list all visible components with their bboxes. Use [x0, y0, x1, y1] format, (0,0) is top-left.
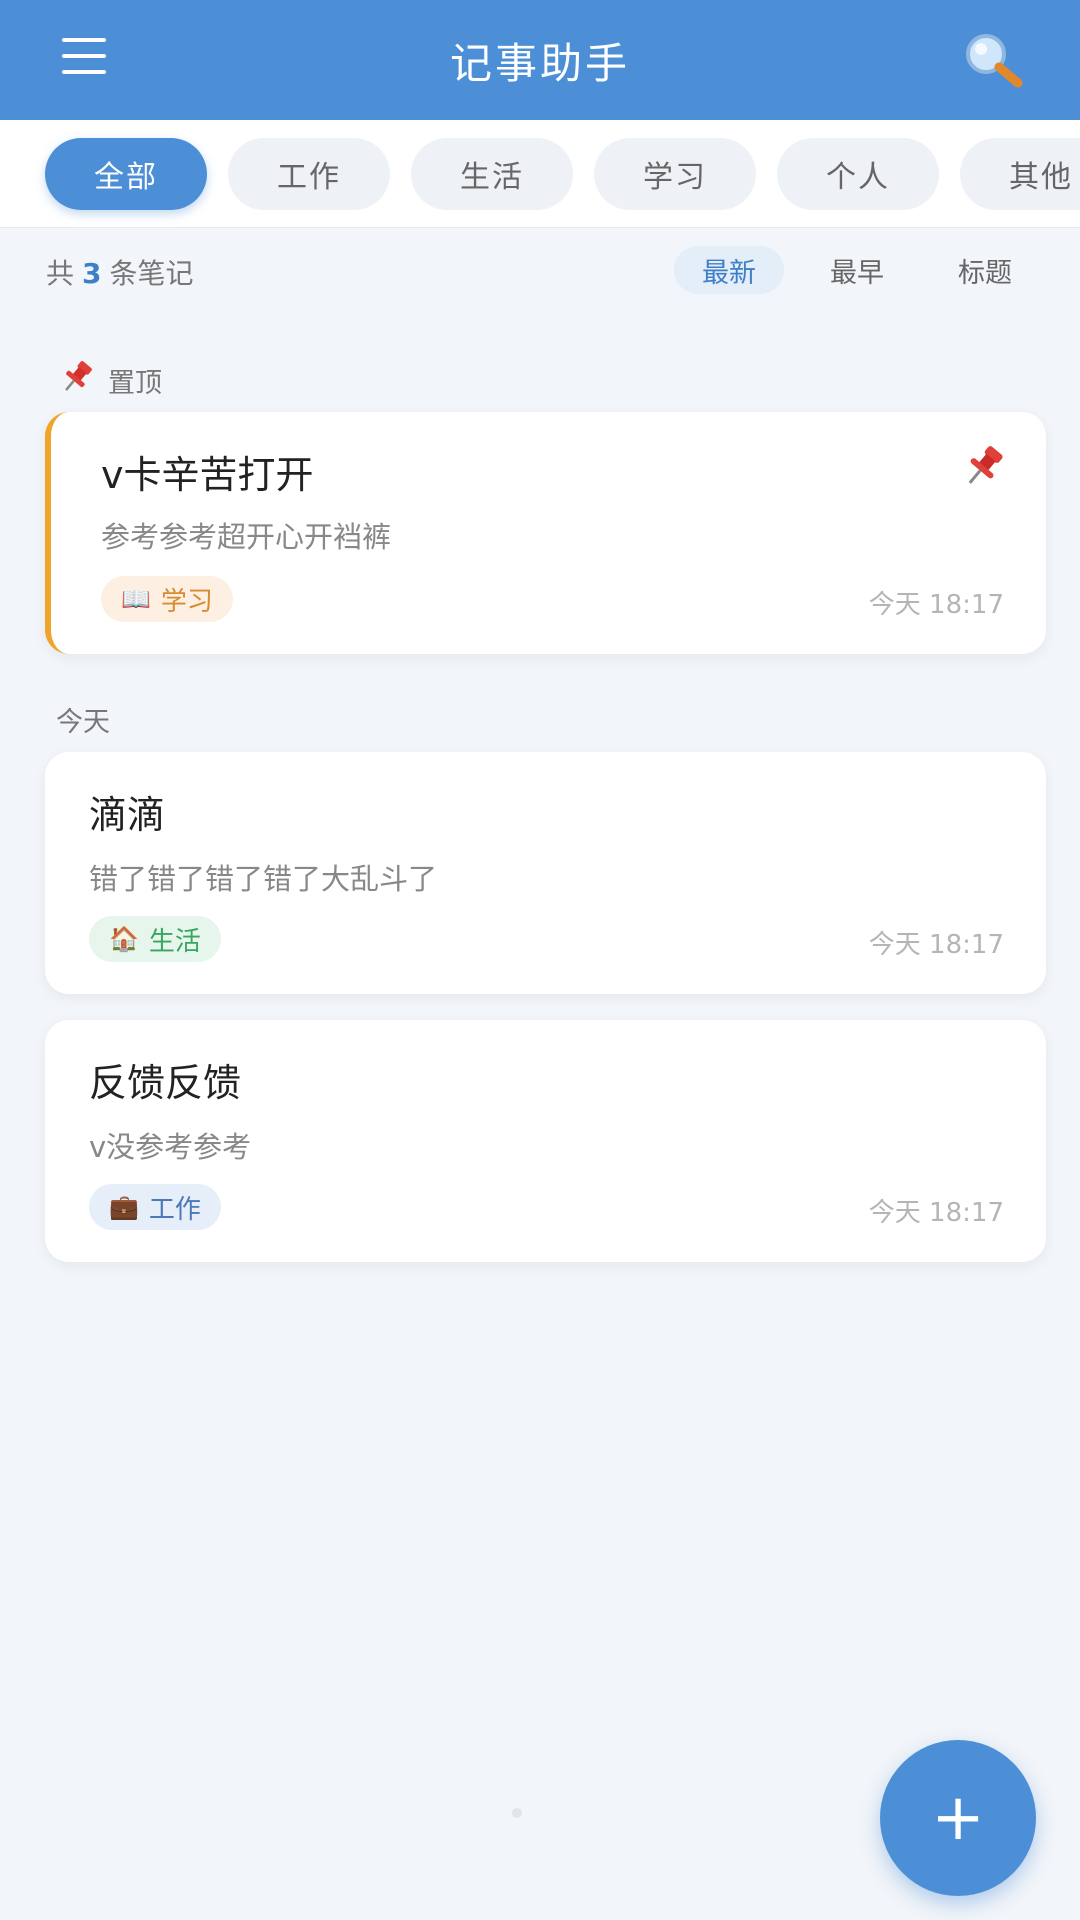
page-indicator-dot — [512, 1808, 522, 1818]
book-icon: 📖 — [121, 585, 151, 613]
note-tag-study[interactable]: 📖 学习 — [101, 576, 233, 622]
note-tag-label: 学习 — [160, 586, 213, 617]
category-chip-work[interactable]: 工作 — [228, 138, 390, 210]
plus-icon: + — [931, 1781, 985, 1855]
sort-title-button[interactable]: 标题 — [930, 246, 1040, 294]
note-title: 滴滴 — [89, 793, 166, 837]
note-tag-label: 工作 — [148, 1194, 201, 1225]
note-card[interactable]: 滴滴 错了错了错了错了大乱斗了 🏠 生活 今天 18:17 — [45, 752, 1046, 994]
note-tag-label: 生活 — [148, 926, 201, 957]
note-timestamp: 今天 18:17 — [868, 590, 1004, 620]
category-chip-all[interactable]: 全部 — [45, 138, 207, 210]
pinned-section-header: 置顶 — [58, 358, 162, 403]
note-title: v卡辛苦打开 — [101, 453, 314, 497]
note-count: 3 — [82, 257, 102, 290]
house-icon: 🏠 — [109, 925, 139, 953]
sort-newest-button[interactable]: 最新 — [674, 246, 784, 294]
category-chip-life[interactable]: 生活 — [411, 138, 573, 210]
search-icon[interactable] — [960, 30, 1030, 90]
note-card-pinned[interactable]: v卡辛苦打开 参考参考超开心开裆裤 📖 学习 今天 18:17 — [45, 412, 1046, 654]
app-title: 记事助手 — [449, 38, 630, 88]
note-preview: 错了错了错了错了大乱斗了 — [89, 862, 438, 896]
note-tag-life[interactable]: 🏠 生活 — [89, 916, 221, 962]
category-chip-personal[interactable]: 个人 — [777, 138, 939, 210]
app-root: 记事助手 全部 工作 生活 学习 个人 其他 共3条笔记 最新 最早 标题 — [0, 0, 1080, 1920]
category-chip-other[interactable]: 其他 — [960, 138, 1080, 210]
note-timestamp: 今天 18:17 — [868, 1198, 1004, 1228]
note-timestamp: 今天 18:17 — [868, 930, 1004, 960]
pinned-marker-icon[interactable] — [960, 442, 1008, 494]
sort-oldest-button[interactable]: 最早 — [802, 246, 912, 294]
today-section-label: 今天 — [56, 707, 110, 738]
summary-suffix: 条笔记 — [109, 257, 194, 290]
note-count-summary: 共 3 条笔记 — [46, 252, 194, 292]
note-preview: v没参考参考 — [89, 1130, 252, 1164]
note-preview: 参考参考超开心开裆裤 — [101, 520, 392, 554]
summary-prefix: 共 — [46, 257, 75, 290]
pinned-section-label: 置顶 — [108, 368, 162, 399]
note-card[interactable]: 反馈反馈 v没参考参考 💼 工作 今天 18:17 — [45, 1020, 1046, 1262]
briefcase-icon: 💼 — [109, 1193, 139, 1221]
menu-icon[interactable] — [62, 38, 106, 78]
app-header: 记事助手 — [0, 0, 1080, 120]
note-tag-work[interactable]: 💼 工作 — [89, 1184, 221, 1230]
add-note-button[interactable]: + — [880, 1740, 1036, 1896]
pushpin-icon — [58, 358, 96, 403]
category-chip-study[interactable]: 学习 — [594, 138, 756, 210]
category-filter-bar: 全部 工作 生活 学习 个人 其他 — [0, 120, 1080, 228]
note-title: 反馈反馈 — [89, 1061, 242, 1105]
